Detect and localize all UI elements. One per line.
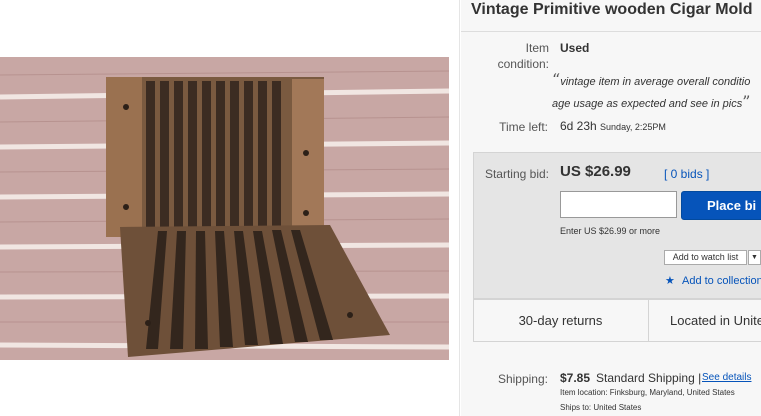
seller-notes-line2: age usage as expected and see in pics (552, 98, 743, 110)
watch-list-dropdown-icon[interactable]: ▼ (748, 250, 761, 265)
item-title: Vintage Primitive wooden Cigar Mold (471, 1, 753, 18)
shipping-label: Shipping: (497, 372, 548, 386)
close-quote: ” (742, 92, 751, 111)
item-details: Vintage Primitive wooden Cigar Mold Item… (461, 0, 761, 416)
photo-panel (0, 0, 461, 416)
time-left-duration: 6d 23h (560, 119, 597, 133)
title-divider (461, 31, 761, 32)
bid-hint: Enter US $26.99 or more (560, 226, 661, 236)
time-left-label: Time left: (499, 120, 548, 134)
seller-notes: “vintage item in average overall conditi… (552, 70, 761, 114)
starting-bid-price: US $26.99 (560, 163, 631, 180)
location-info: Located in Unite (670, 313, 761, 328)
time-left-end: Sunday, 2:25PM (600, 122, 666, 132)
time-left-value: 6d 23h Sunday, 2:25PM (560, 119, 666, 133)
item-location: Item location: Finksburg, Maryland, Unit… (560, 388, 735, 397)
returns-info: 30-day returns (518, 313, 603, 328)
bids-count-link[interactable]: [ 0 bids ] (664, 167, 709, 181)
condition-label-line2: condition: (497, 57, 549, 71)
star-icon: ★ (665, 275, 675, 287)
see-details-link[interactable]: See details (702, 372, 751, 383)
panel-divider (459, 0, 460, 416)
seller-notes-line1: vintage item in average overall conditio (560, 76, 751, 88)
condition-label-line1: Item (525, 41, 549, 55)
info-bar-divider (648, 299, 649, 342)
condition-label: Item condition: (489, 40, 549, 72)
add-to-watch-list-button[interactable]: Add to watch list (664, 250, 747, 265)
ships-to: Ships to: United States (560, 403, 642, 412)
place-bid-button[interactable]: Place bi (681, 191, 761, 220)
open-quote: “ (552, 70, 561, 89)
starting-bid-label: Starting bid: (484, 167, 549, 181)
add-to-collection-link[interactable]: Add to collection (682, 275, 761, 287)
cigar-mold-image (0, 57, 449, 360)
shipping-price: $7.85 (560, 371, 591, 385)
bid-amount-input[interactable] (560, 191, 677, 218)
condition-value: Used (560, 41, 590, 55)
mold-top-half (106, 77, 324, 237)
product-photo[interactable] (0, 57, 449, 360)
shipping-method: Standard Shipping | (596, 371, 702, 385)
